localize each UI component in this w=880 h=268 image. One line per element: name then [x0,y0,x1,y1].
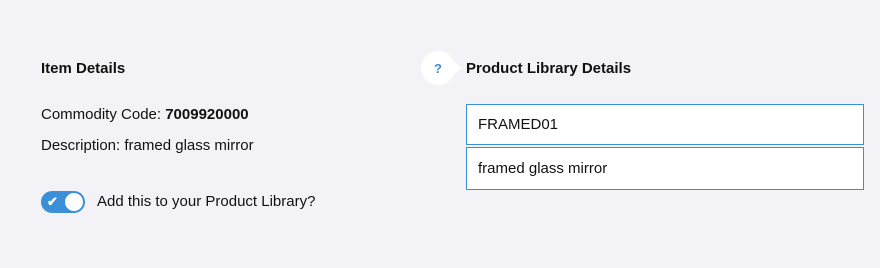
question-icon: ? [434,60,442,76]
description-value: framed glass mirror [124,137,254,154]
toggle-knob [65,193,83,211]
product-code-field[interactable] [466,104,864,145]
product-library-title: Product Library Details [466,60,632,77]
add-to-library-toggle[interactable]: ✔ [41,191,85,213]
commodity-code-line: Commodity Code: 7009920000 [41,106,249,124]
product-description-field[interactable] [466,147,864,190]
commodity-code-value: 7009920000 [165,106,249,123]
add-to-library-label: Add this to your Product Library? [97,193,316,210]
commodity-code-label: Commodity Code: [41,106,162,123]
help-button[interactable]: ? [421,51,462,85]
item-details-title: Item Details [41,60,126,77]
check-icon: ✔ [47,194,58,209]
description-label: Description: [41,137,121,154]
description-line: Description: framed glass mirror [41,137,254,155]
